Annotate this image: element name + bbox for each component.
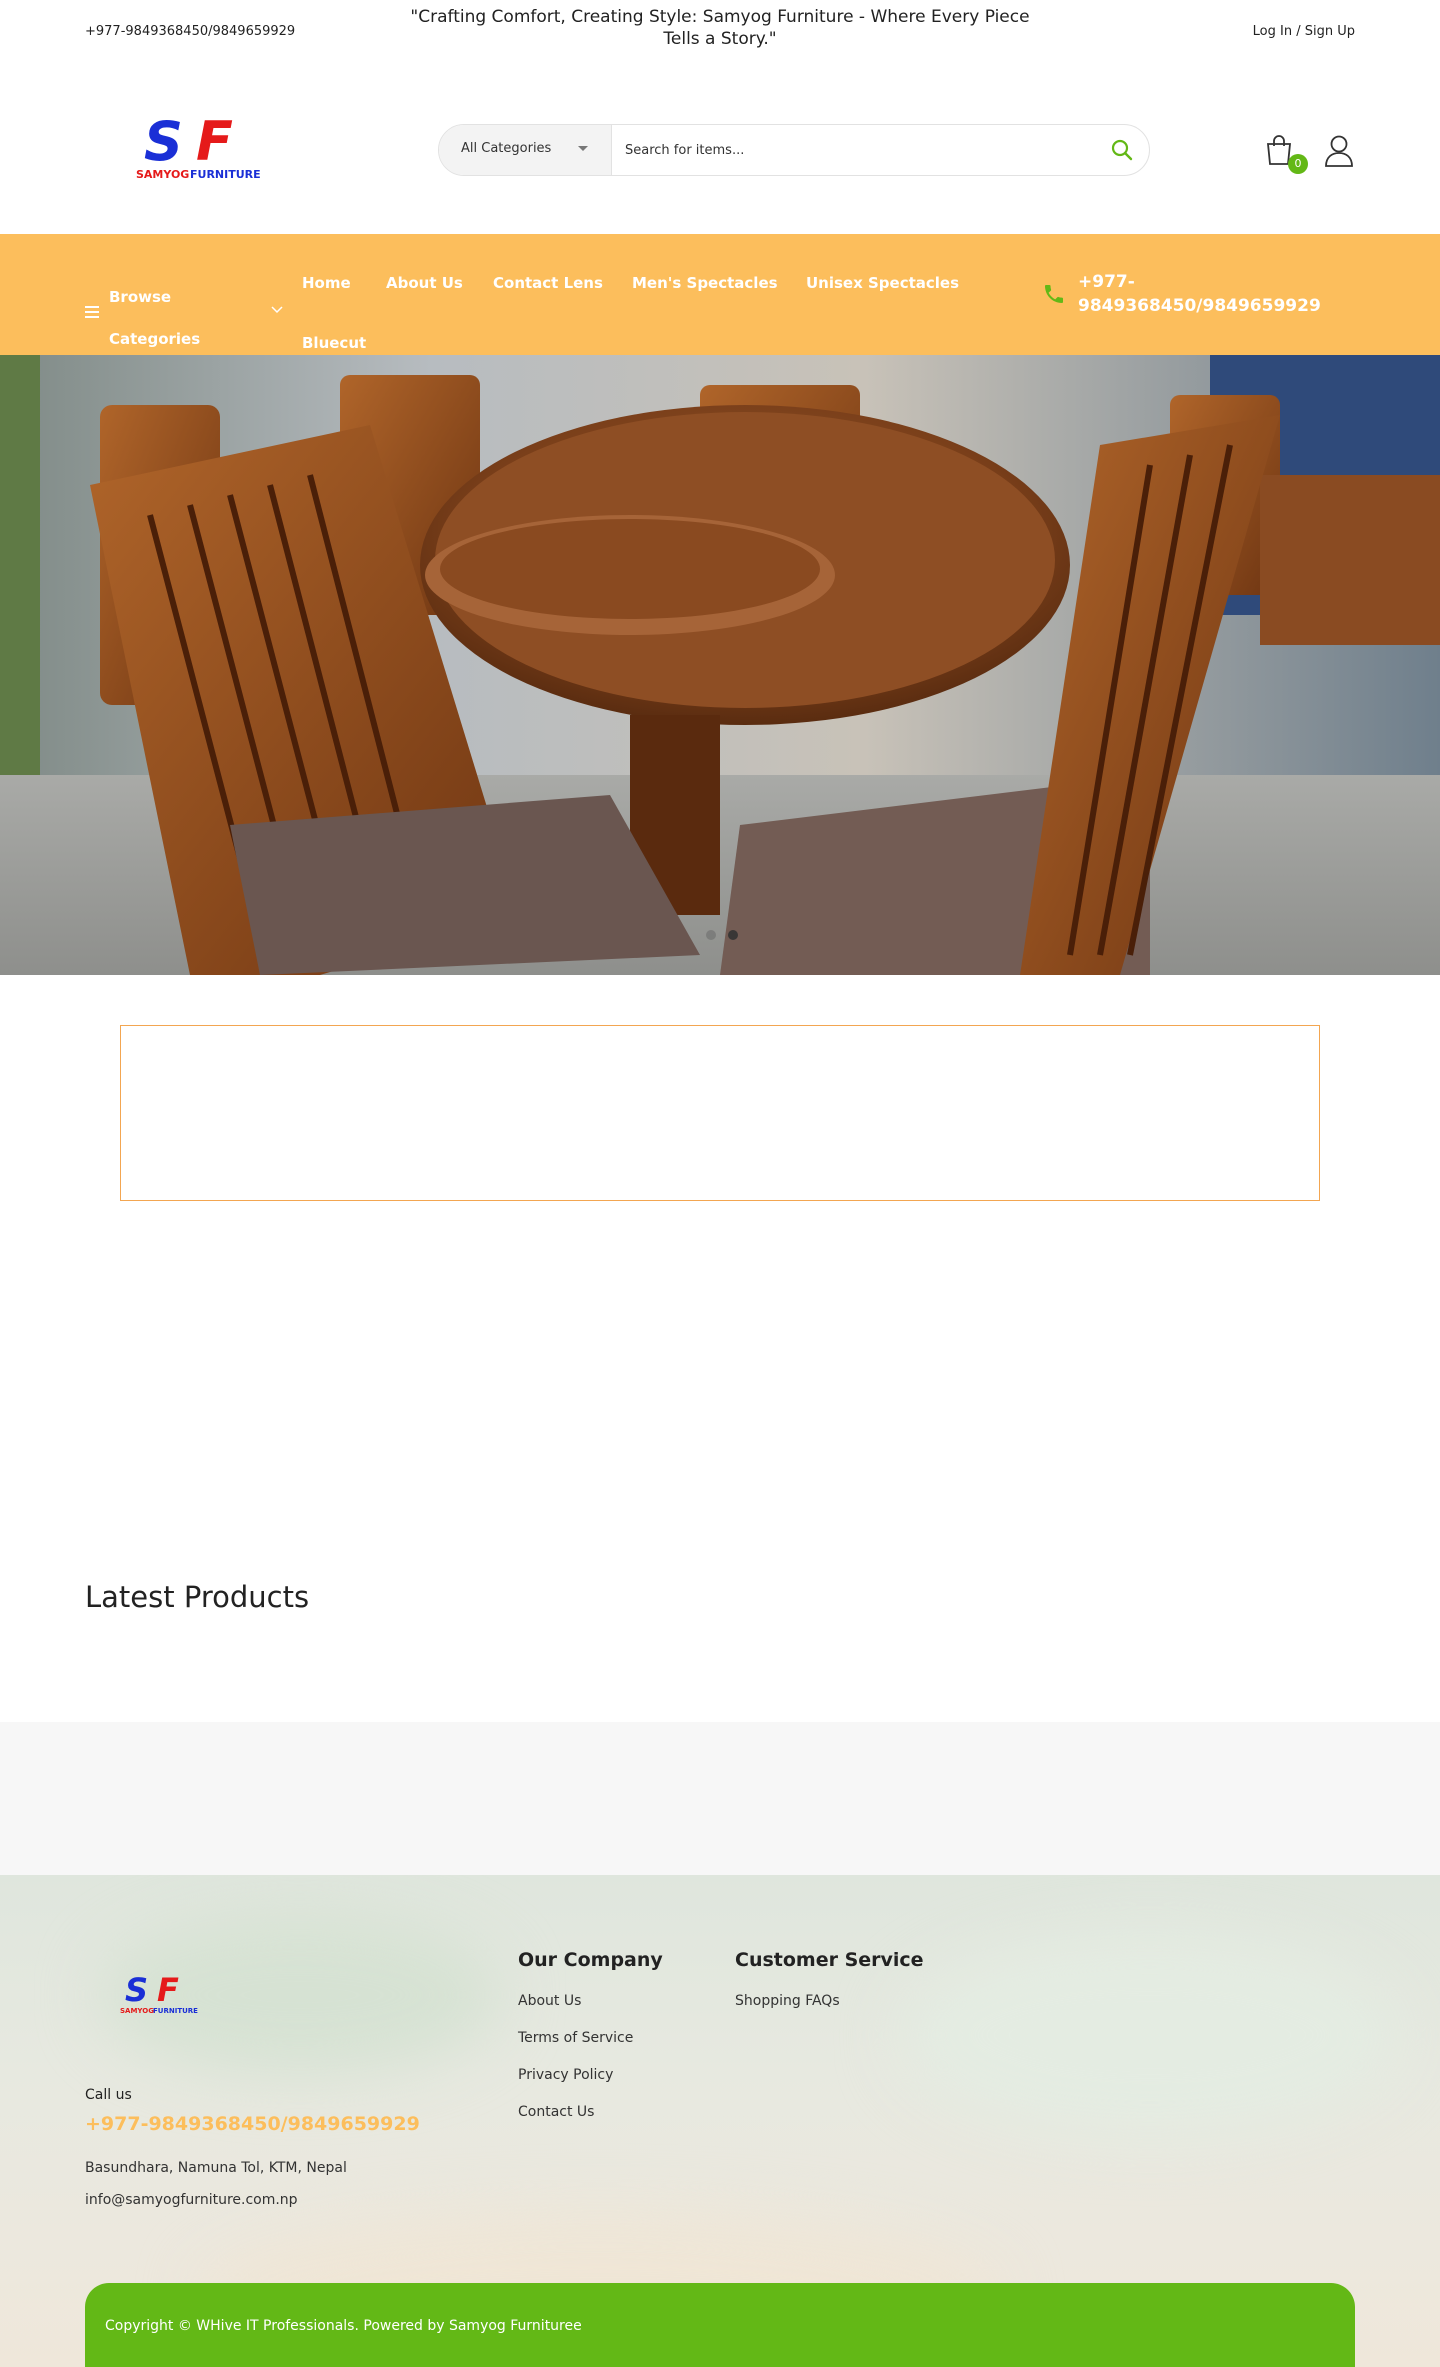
slider-dot-2[interactable] (728, 930, 738, 940)
category-select[interactable]: All Categories (439, 125, 612, 175)
nav-phone[interactable]: +977-9849368450/9849659929 (1042, 270, 1342, 320)
nav-item-contact-lens[interactable]: Contact Lens (493, 274, 603, 292)
nav-item-home[interactable]: Home (302, 274, 351, 292)
hero-image-dining-set (0, 355, 1440, 975)
search-icon[interactable] (1109, 137, 1135, 163)
caret-down-icon (578, 146, 588, 151)
footer-link-about-us[interactable]: About Us (518, 1993, 663, 2010)
footer-email[interactable]: info@samyogfurniture.com.np (85, 2192, 298, 2208)
latest-products-heading: Latest Products (85, 1580, 310, 1614)
user-icon (1325, 135, 1353, 167)
promo-banner-box (120, 1025, 1320, 1201)
svg-text:SAMYOG: SAMYOG (136, 168, 189, 181)
svg-text:FURNITURE: FURNITURE (153, 2007, 198, 2015)
header: S F SAMYOG FURNITURE All Categories 0 (0, 66, 1440, 234)
cart-count-badge: 0 (1288, 154, 1308, 174)
footer-address: Basundhara, Namuna Tol, KTM, Nepal (85, 2160, 347, 2176)
nav-item-mens-spectacles[interactable]: Men's Spectacles (632, 274, 778, 292)
logo[interactable]: S F SAMYOG FURNITURE (130, 110, 290, 184)
search-input[interactable] (625, 137, 1085, 163)
footer-phone[interactable]: +977-9849368450/9849659929 (85, 2113, 420, 2135)
hero-slider[interactable] (0, 355, 1440, 975)
svg-text:F: F (157, 1971, 179, 2009)
nav-item-about-us[interactable]: About Us (386, 274, 463, 292)
search-bar: All Categories (438, 124, 1150, 176)
hamburger-icon (85, 306, 99, 318)
nav-item-unisex-spectacles[interactable]: Unisex Spectacles (806, 274, 959, 292)
footer-service-column: Customer Service Shopping FAQs (735, 1949, 924, 2030)
footer-call-label: Call us (85, 2087, 132, 2103)
svg-text:SAMYOG: SAMYOG (120, 2007, 154, 2015)
nav-phone-number: +977-9849368450/9849659929 (1078, 272, 1321, 316)
svg-text:FURNITURE: FURNITURE (190, 168, 261, 181)
top-phone[interactable]: +977-9849368450/9849659929 (85, 24, 295, 39)
login-signup-link[interactable]: Log In / Sign Up (1253, 24, 1355, 39)
copyright-bar: Copyright © WHive IT Professionals. Powe… (85, 2283, 1355, 2367)
footer-link-shopping-faqs[interactable]: Shopping FAQs (735, 1993, 924, 2010)
category-select-label: All Categories (461, 141, 552, 156)
grey-section-band (0, 1722, 1440, 1875)
browse-categories-button[interactable]: Browse Categories (85, 254, 285, 348)
svg-text:S: S (125, 1971, 148, 2009)
tagline: "Crafting Comfort, Creating Style: Samyo… (410, 7, 1030, 49)
footer-link-privacy[interactable]: Privacy Policy (518, 2067, 663, 2084)
cart-button[interactable]: 0 (1264, 134, 1308, 174)
footer-logo[interactable]: S F SAMYOG FURNITURE (117, 1971, 217, 2017)
footer-service-title: Customer Service (735, 1949, 924, 1971)
main-nav: Browse Categories Home About Us Contact … (0, 234, 1440, 355)
chevron-down-icon (271, 306, 283, 314)
slider-dot-1[interactable] (706, 930, 716, 940)
footer-company-title: Our Company (518, 1949, 663, 1971)
top-bar: +977-9849368450/9849659929 "Crafting Com… (0, 0, 1440, 66)
footer-link-terms[interactable]: Terms of Service (518, 2030, 663, 2047)
nav-item-bluecut[interactable]: Bluecut (302, 334, 366, 352)
footer-company-column: Our Company About Us Terms of Service Pr… (518, 1949, 663, 2141)
svg-text:S: S (144, 112, 183, 173)
copyright-text: Copyright © WHive IT Professionals. Powe… (105, 2318, 582, 2334)
slider-dots (700, 925, 744, 944)
account-button[interactable] (1324, 134, 1356, 168)
footer-link-contact-us[interactable]: Contact Us (518, 2104, 663, 2121)
browse-categories-label: Browse Categories (109, 288, 201, 348)
svg-text:F: F (196, 112, 233, 173)
phone-icon (1045, 285, 1063, 303)
